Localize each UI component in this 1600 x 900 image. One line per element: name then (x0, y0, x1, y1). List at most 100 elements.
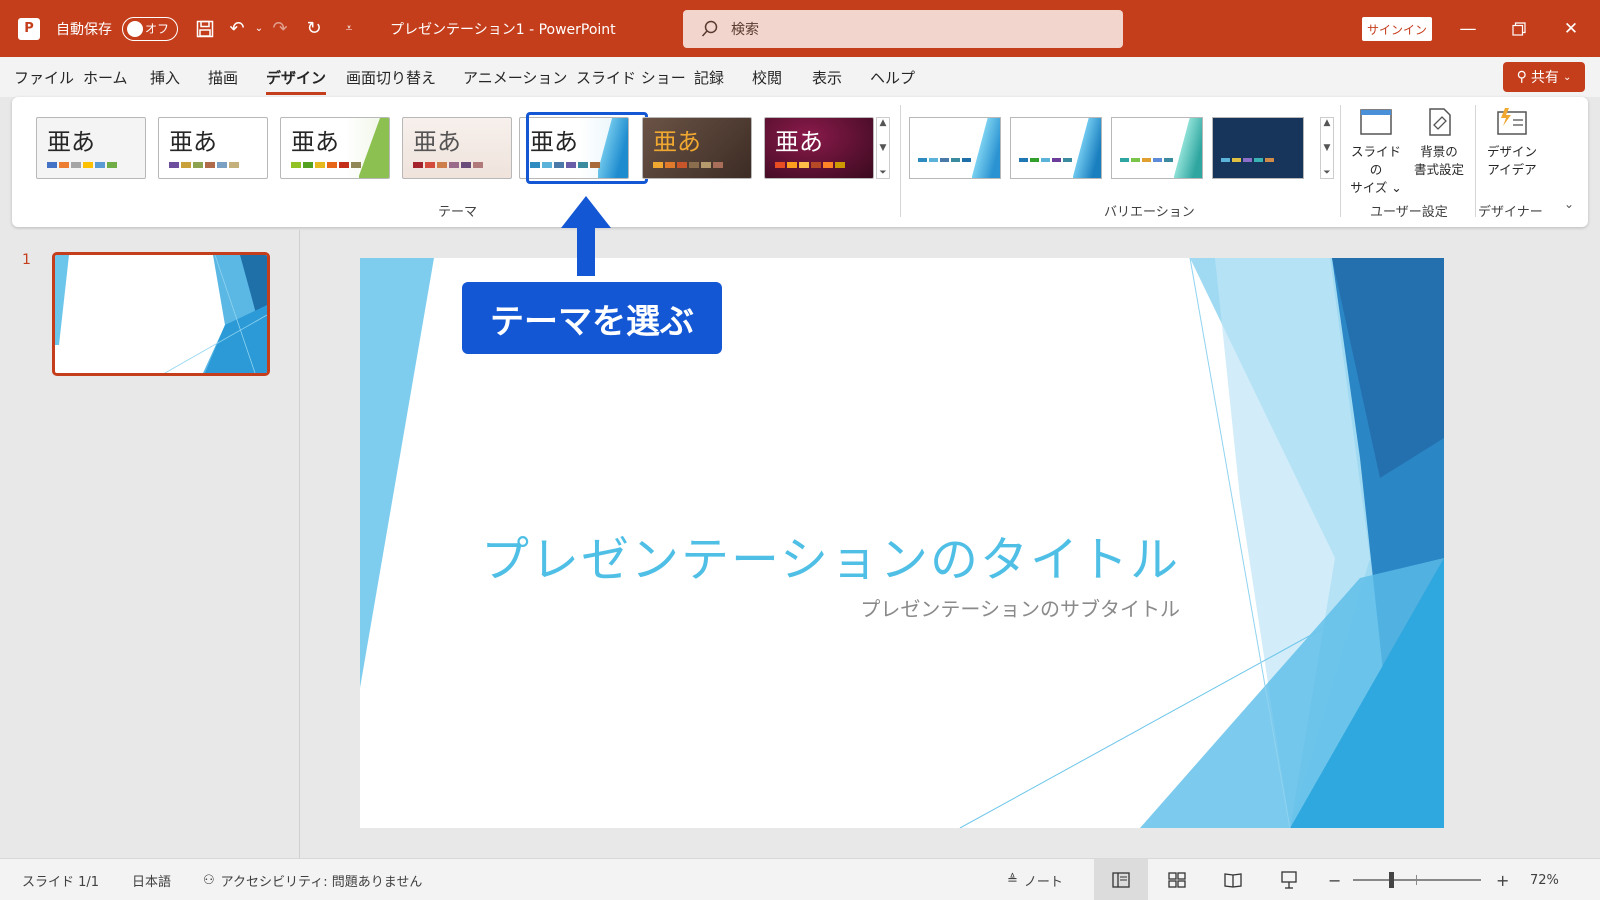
tab-home[interactable]: ホーム (83, 67, 128, 88)
slide-subtitle[interactable]: プレゼンテーションのサブタイトル (480, 593, 1180, 622)
theme-office[interactable]: 亜あ (36, 117, 146, 179)
format-background-button[interactable]: 背景の 書式設定 (1409, 105, 1469, 179)
search-box[interactable]: 検索 (683, 10, 1123, 48)
variation-3[interactable] (1111, 117, 1203, 179)
format-background-line1: 背景の (1420, 144, 1458, 159)
zoom-slider-thumb[interactable] (1389, 872, 1395, 888)
slide-size-button[interactable]: スライドの サイズ ⌄ (1346, 105, 1406, 197)
notes-icon: ≜ (1007, 872, 1018, 888)
document-title: プレゼンテーション1 - PowerPoint (390, 21, 616, 38)
gallery-more-icon[interactable]: ⏷ (1323, 168, 1330, 178)
callout-label: テーマを選ぶ (462, 282, 722, 354)
group-separator (900, 105, 901, 217)
undo-icon[interactable]: ↶ (225, 0, 249, 57)
theme-wood-type[interactable]: 亜あ (642, 117, 752, 179)
search-icon (701, 20, 718, 37)
save-icon[interactable] (193, 0, 217, 57)
tab-animations[interactable]: アニメーション (463, 67, 567, 88)
theme-office-2[interactable]: 亜あ (158, 117, 268, 179)
ribbon-tabs: ファイル ホーム 挿入 描画 デザイン 画面切り替え アニメーション スライド … (0, 57, 1600, 97)
share-label: 共有 (1530, 70, 1559, 86)
share-icon: ⚲ (1516, 69, 1527, 85)
slideshow-view-icon (1281, 871, 1297, 889)
powerpoint-logo-icon: P (14, 0, 44, 57)
reading-view-icon (1224, 873, 1242, 888)
tab-insert[interactable]: 挿入 (150, 67, 180, 88)
minimize-icon[interactable]: — (1443, 0, 1493, 57)
slide-size-icon (1359, 105, 1393, 139)
title-bar: P 自動保存 オフ ↶ ⌄ ↷ ↻ ⩡ プレゼンテーション1 - PowerPo… (0, 0, 1600, 57)
slide-size-line1: スライドの (1350, 144, 1401, 177)
close-icon[interactable]: ✕ (1546, 0, 1596, 57)
slide-thumbnail-graphic (55, 255, 267, 373)
group-separator (1340, 105, 1341, 217)
collapse-ribbon-icon[interactable]: ⌄ (1564, 197, 1574, 211)
autosave-label: 自動保存 (56, 21, 112, 38)
tab-slideshow[interactable]: スライド ショー (576, 67, 686, 88)
theme-label: 亜あ (653, 128, 701, 156)
tab-draw[interactable]: 描画 (208, 67, 238, 88)
scroll-up-icon[interactable]: ▲ (880, 118, 887, 128)
reading-view-button[interactable] (1206, 859, 1260, 900)
variation-1[interactable] (909, 117, 1001, 179)
tab-file[interactable]: ファイル (14, 67, 74, 88)
zoom-level[interactable]: 72% (1530, 859, 1559, 900)
toggle-state-label: オフ (144, 22, 169, 36)
signin-button[interactable]: サインイン (1362, 17, 1432, 41)
design-ideas-icon (1495, 105, 1529, 139)
group-label-customize: ユーザー設定 (1370, 205, 1448, 220)
theme-selection-frame (526, 112, 648, 184)
scroll-down-icon[interactable]: ▼ (880, 143, 887, 153)
redo-icon[interactable]: ↷ (268, 0, 292, 57)
slideshow-view-button[interactable] (1262, 859, 1316, 900)
notes-label: ノート (1023, 874, 1063, 890)
variation-gallery-scroll[interactable]: ▲ ▼ ⏷ (1320, 117, 1334, 179)
scroll-up-icon[interactable]: ▲ (1324, 118, 1331, 128)
group-separator (1475, 105, 1476, 217)
accessibility-icon: ⚇ (203, 872, 215, 888)
normal-view-button[interactable] (1094, 859, 1148, 900)
slide-thumbnail-1[interactable] (52, 252, 270, 376)
group-label-variations: バリエーション (1104, 205, 1195, 220)
gallery-more-icon[interactable]: ⏷ (879, 168, 886, 178)
variation-4[interactable] (1212, 117, 1304, 179)
slide-title[interactable]: プレゼンテーションのタイトル (480, 520, 1180, 590)
design-ideas-button[interactable]: デザイン アイデア (1482, 105, 1542, 179)
customize-qat-icon[interactable]: ⩡ (337, 0, 361, 57)
autosave-toggle[interactable]: オフ (122, 0, 178, 57)
theme-label: 亜あ (413, 128, 461, 156)
theme-gallery-scroll[interactable]: ▲ ▼ ⏷ (876, 117, 890, 179)
slide-sorter-button[interactable] (1150, 859, 1204, 900)
theme-berlin[interactable]: 亜あ (764, 117, 874, 179)
accessibility-status[interactable]: ⚇ アクセシビリティ: 問題ありません (203, 859, 422, 900)
format-background-icon (1422, 105, 1456, 139)
tab-record[interactable]: 記録 (694, 67, 724, 88)
tab-view[interactable]: 表示 (812, 67, 842, 88)
share-button[interactable]: ⚲ 共有 ⌄ (1503, 62, 1585, 92)
theme-label: 亜あ (169, 128, 217, 156)
callout-arrow-icon (561, 196, 611, 276)
scroll-down-icon[interactable]: ▼ (1324, 143, 1331, 153)
language-indicator[interactable]: 日本語 (132, 859, 171, 900)
zoom-out-icon[interactable]: − (1328, 859, 1341, 900)
tab-help[interactable]: ヘルプ (870, 67, 915, 88)
theme-integral[interactable]: 亜あ (402, 117, 512, 179)
slide-info: スライド 1/1 (22, 874, 100, 890)
search-placeholder: 検索 (731, 22, 759, 38)
tab-design[interactable]: デザイン (266, 67, 327, 95)
zoom-slider[interactable] (1353, 875, 1481, 885)
notes-button[interactable]: ≜ ノート (1007, 859, 1063, 900)
design-ideas-line1: デザイン (1486, 144, 1537, 159)
restore-icon[interactable] (1494, 0, 1544, 57)
theme-label: 亜あ (291, 128, 339, 156)
tab-transitions[interactable]: 画面切り替え (346, 67, 436, 88)
chevron-down-icon: ⌄ (1562, 71, 1572, 83)
zoom-in-icon[interactable]: + (1496, 859, 1509, 900)
accessibility-text: アクセシビリティ: 問題ありません (220, 874, 423, 890)
theme-facet[interactable]: 亜あ (280, 117, 390, 179)
tab-review[interactable]: 校閲 (752, 67, 782, 88)
variation-2[interactable] (1010, 117, 1102, 179)
repeat-icon[interactable]: ↻ (302, 0, 326, 57)
normal-view-icon (1112, 872, 1130, 888)
theme-label: 亜あ (775, 128, 823, 156)
